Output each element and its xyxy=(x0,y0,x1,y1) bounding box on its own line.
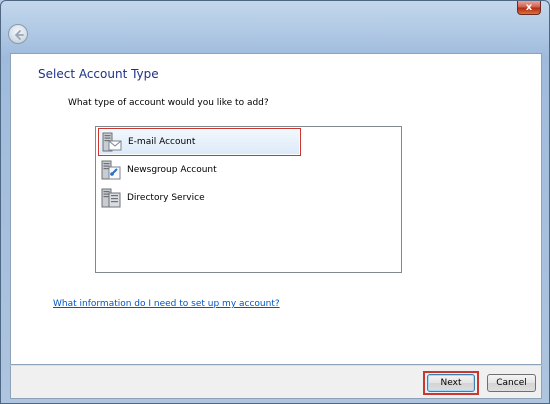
list-item-label: Newsgroup Account xyxy=(127,165,217,175)
content-panel: Select Account Type What type of account… xyxy=(10,53,542,365)
back-arrow-icon xyxy=(15,30,24,40)
directory-server-icon xyxy=(101,188,121,208)
close-button[interactable]: x xyxy=(517,1,541,15)
list-item-label: E-mail Account xyxy=(128,137,196,147)
back-button[interactable] xyxy=(8,24,28,44)
list-item-email-account[interactable]: E-mail Account xyxy=(98,128,301,156)
question-label: What type of account would you like to a… xyxy=(68,98,269,108)
newsgroup-server-icon xyxy=(101,160,121,180)
close-icon: x xyxy=(525,2,533,13)
help-link[interactable]: What information do I need to set up my … xyxy=(53,299,280,309)
page-title: Select Account Type xyxy=(38,67,159,81)
account-type-list[interactable]: E-mail Account Newsgroup Account Directo… xyxy=(95,126,402,273)
list-item-newsgroup-account[interactable]: Newsgroup Account xyxy=(98,157,298,185)
list-item-directory-service[interactable]: Directory Service xyxy=(98,185,298,213)
dialog-window: x Select Account Type What type of accou… xyxy=(0,0,550,404)
cancel-button[interactable]: Cancel xyxy=(487,374,536,392)
button-bar: Next Cancel xyxy=(10,365,542,399)
next-button[interactable]: Next xyxy=(427,374,475,392)
next-button-highlight: Next xyxy=(423,371,479,395)
list-item-label: Directory Service xyxy=(127,193,205,203)
email-server-icon xyxy=(102,132,122,152)
